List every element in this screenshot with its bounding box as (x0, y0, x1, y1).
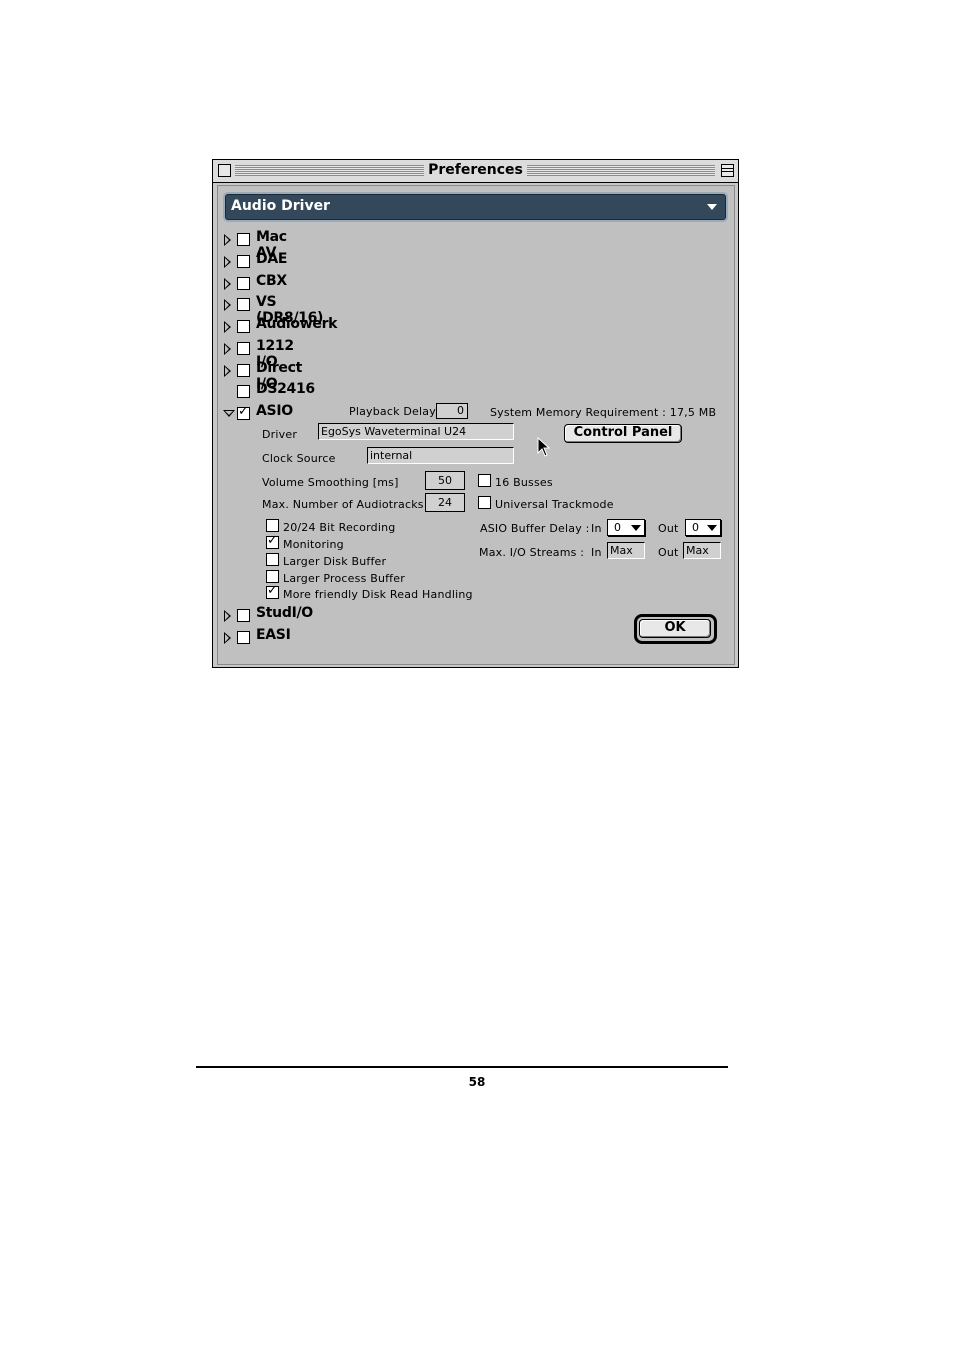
driver-checkbox-cbx[interactable] (237, 277, 250, 290)
disclosure-triangle-icon[interactable] (224, 234, 231, 246)
mouse-cursor-icon (537, 437, 551, 457)
chevron-down-icon (707, 525, 717, 531)
buffer-in-select[interactable]: 0 (607, 519, 645, 536)
universal-trackmode-checkbox[interactable] (478, 496, 491, 509)
playback-delay-label: Playback Delay (349, 405, 436, 418)
volume-smoothing-field[interactable]: 50 (425, 471, 465, 490)
buffer-delay-label: ASIO Buffer Delay : (480, 522, 590, 535)
chevron-down-icon (631, 525, 641, 531)
driver-label: DS2416 (256, 381, 315, 397)
window-title: Preferences (213, 162, 738, 178)
streams-out-label: Out (658, 546, 679, 559)
title-bar[interactable]: Preferences (213, 160, 738, 183)
buffer-out-value: 0 (692, 521, 699, 534)
disclosure-triangle-icon[interactable] (224, 278, 231, 290)
buffer-out-select[interactable]: 0 (685, 519, 721, 536)
universal-trackmode-label: Universal Trackmode (495, 498, 614, 511)
driver-label: StudI/O (256, 605, 313, 621)
max-audiotracks-field[interactable]: 24 (425, 493, 465, 512)
streams-in-field[interactable]: Max (607, 542, 645, 559)
popup-arrow-icon (707, 204, 717, 210)
streams-in-label: In (591, 546, 602, 559)
driver-checkbox-ds2416[interactable] (237, 385, 250, 398)
disclosure-triangle-icon[interactable] (224, 365, 231, 377)
driver-checkbox-1212-io[interactable] (237, 342, 250, 355)
disclosure-triangle-icon[interactable] (224, 343, 231, 355)
memory-requirement-text: System Memory Requirement : 17,5 MB (490, 406, 717, 419)
disclosure-triangle-icon[interactable] (224, 256, 231, 268)
driver-checkbox-studio[interactable] (237, 609, 250, 622)
buffer-in-label: In (591, 522, 602, 535)
category-popup[interactable]: Audio Driver (225, 194, 726, 220)
driver-checkbox-easi[interactable] (237, 631, 250, 644)
busses-checkbox[interactable] (478, 474, 491, 487)
volume-smoothing-label: Volume Smoothing [ms] (262, 476, 399, 489)
driver-label: Audiowerk (256, 316, 338, 332)
playback-delay-field[interactable]: 0 (436, 403, 468, 419)
driver-checkbox-direct-io[interactable] (237, 364, 250, 377)
preferences-window: Preferences Audio Driver Mac AV DAE CBX … (212, 159, 739, 668)
option-label: Larger Process Buffer (283, 572, 405, 585)
disclosure-triangle-open-icon[interactable] (223, 410, 235, 417)
option-checkbox-20-24-bit[interactable] (266, 519, 279, 532)
driver-label: CBX (256, 273, 287, 289)
driver-checkbox-audiowerk[interactable] (237, 320, 250, 333)
driver-label: DAE (256, 251, 288, 267)
driver-label-text: Driver (262, 428, 298, 441)
option-checkbox-larger-disk-buffer[interactable] (266, 553, 279, 566)
option-checkbox-larger-process-buffer[interactable] (266, 570, 279, 583)
option-checkbox-monitoring[interactable] (266, 533, 279, 549)
ok-button[interactable]: OK (639, 619, 711, 638)
clock-source-label: Clock Source (262, 452, 336, 465)
buffer-out-label: Out (658, 522, 679, 535)
window-body: Preferences Audio Driver Mac AV DAE CBX … (213, 160, 738, 667)
disclosure-triangle-icon[interactable] (224, 610, 231, 622)
disclosure-triangle-icon[interactable] (224, 299, 231, 311)
buffer-in-value: 0 (614, 521, 621, 534)
driver-checkbox-vs[interactable] (237, 298, 250, 311)
driver-label: ASIO (256, 403, 293, 419)
option-label: 20/24 Bit Recording (283, 521, 396, 534)
preferences-content: Audio Driver Mac AV DAE CBX VS (DR8/16) … (217, 185, 735, 665)
zoom-box-icon[interactable] (721, 164, 734, 177)
max-audiotracks-label: Max. Number of Audiotracks (262, 498, 424, 511)
driver-label: EASI (256, 627, 291, 643)
driver-checkbox-dae[interactable] (237, 255, 250, 268)
clock-source-field[interactable]: internal (367, 447, 514, 464)
streams-label: Max. I/O Streams : (479, 546, 585, 559)
disclosure-triangle-icon[interactable] (224, 632, 231, 644)
page-number: 58 (468, 1075, 486, 1089)
driver-field[interactable]: EgoSys Waveterminal U24 (318, 423, 514, 440)
driver-checkbox-asio[interactable] (237, 404, 250, 420)
category-popup-label: Audio Driver (231, 198, 330, 214)
option-label: Larger Disk Buffer (283, 555, 387, 568)
disclosure-triangle-icon[interactable] (224, 321, 231, 333)
option-label: Monitoring (283, 538, 344, 551)
driver-checkbox-mac-av[interactable] (237, 233, 250, 246)
busses-label: 16 Busses (495, 476, 553, 489)
control-panel-button[interactable]: Control Panel (564, 424, 682, 443)
streams-out-field[interactable]: Max (683, 542, 721, 559)
option-checkbox-disk-read-handling[interactable] (266, 583, 279, 599)
option-label: More friendly Disk Read Handling (283, 588, 473, 601)
footer-divider (196, 1066, 728, 1068)
